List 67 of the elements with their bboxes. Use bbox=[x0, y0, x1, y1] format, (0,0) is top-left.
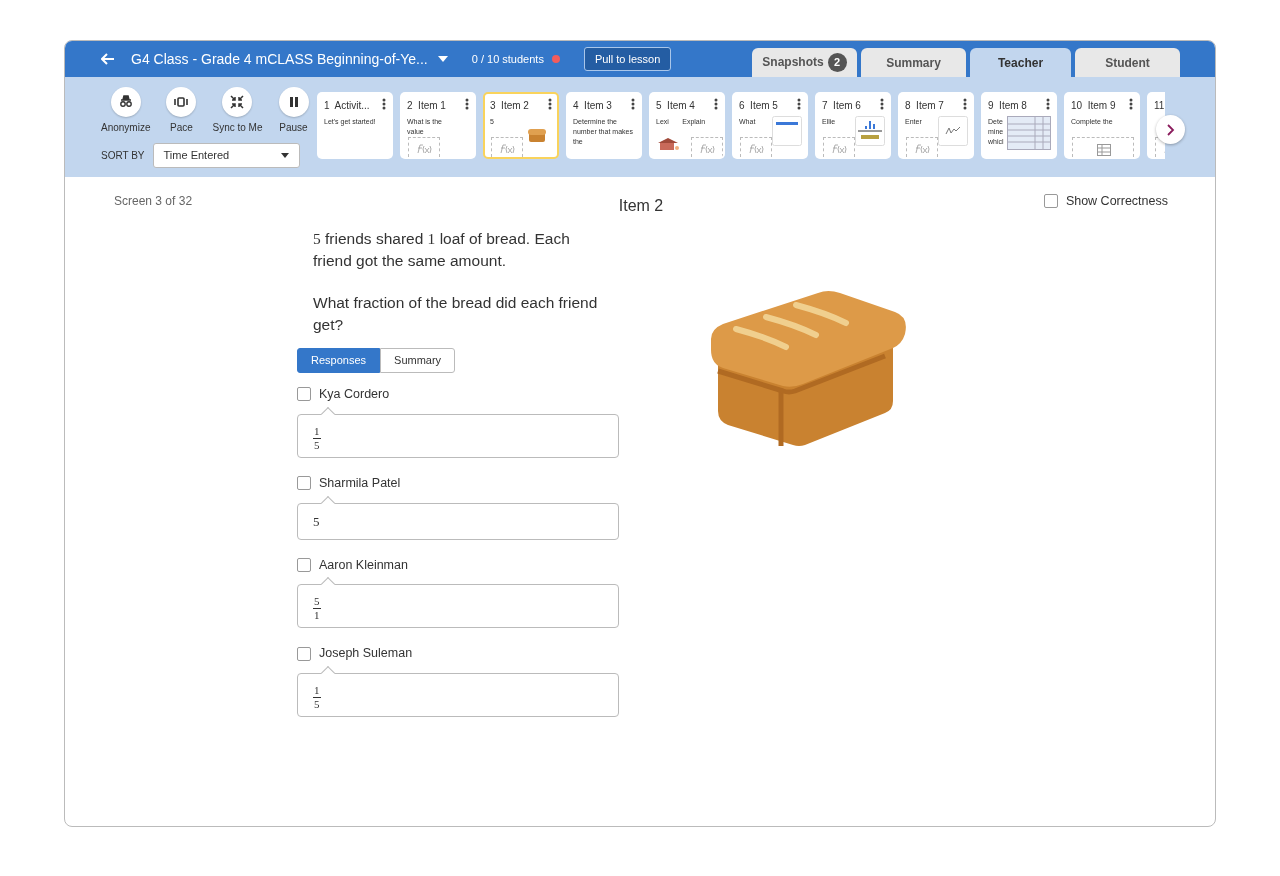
show-correctness-checkbox[interactable]: Show Correctness bbox=[968, 192, 1168, 211]
house-drawing bbox=[657, 136, 679, 151]
toolbar-button[interactable]: Anonymize bbox=[101, 86, 151, 135]
kebab-menu-icon[interactable] bbox=[797, 97, 801, 110]
collapse-arrows-icon bbox=[229, 93, 246, 110]
formula-icon bbox=[747, 143, 765, 154]
kebab-menu-icon[interactable] bbox=[1129, 97, 1133, 110]
formula-icon bbox=[830, 143, 848, 154]
view-tab[interactable]: Teacher bbox=[970, 48, 1071, 77]
kebab-menu-icon[interactable] bbox=[963, 97, 967, 110]
kebab-menu-icon[interactable] bbox=[382, 97, 386, 110]
kebab-menu-icon[interactable] bbox=[880, 97, 884, 110]
kebab-menu-icon[interactable] bbox=[714, 97, 718, 110]
screen-title: 5 Item 4 bbox=[656, 98, 695, 113]
kebab-menu-icon[interactable] bbox=[1046, 97, 1050, 110]
student-checkbox[interactable]: Kya Cordero bbox=[297, 385, 619, 404]
screen-title: 9 Item 8 bbox=[988, 98, 1027, 113]
screen-counter: Screen 3 of 32 bbox=[114, 193, 194, 210]
screen-title: 11 bbox=[1154, 98, 1165, 113]
sort-label: SORT BY bbox=[101, 148, 145, 163]
question-prompt: What fraction of the bread did each friend get? bbox=[313, 293, 599, 335]
dot-plot-thumbnail bbox=[855, 115, 885, 146]
screen-title: 2 Item 1 bbox=[407, 98, 446, 113]
number-answer: 5 bbox=[313, 513, 320, 529]
formula-icon bbox=[498, 143, 516, 154]
bread-icon bbox=[527, 126, 547, 143]
screen-title: 8 Item 7 bbox=[905, 98, 944, 113]
formula-icon bbox=[913, 143, 931, 154]
table-thumbnail bbox=[1007, 115, 1051, 150]
view-tab[interactable]: Summary bbox=[861, 48, 966, 77]
sketch-thumbnail bbox=[938, 115, 968, 146]
kebab-menu-icon[interactable] bbox=[548, 97, 552, 110]
student-count: 0 / 10 students bbox=[471, 51, 544, 67]
caret-icon bbox=[280, 152, 289, 158]
spy-icon bbox=[117, 93, 134, 110]
view-toggle[interactable]: Summary bbox=[380, 348, 456, 373]
screen-title: 4 Item 3 bbox=[573, 98, 612, 113]
screen-title: 7 Item 6 bbox=[822, 98, 861, 113]
question-text: 5 friends shared 1 loaf of bread. Each friend got the same amount. bbox=[313, 229, 571, 271]
toolbar-button[interactable]: Sync to Me bbox=[212, 86, 263, 135]
view-tab[interactable]: Snapshots 2 bbox=[752, 48, 857, 77]
sort-dropdown[interactable]: Time Entered bbox=[152, 142, 300, 168]
fraction-answer: 1 5 bbox=[313, 424, 321, 452]
dropdown-caret-icon[interactable] bbox=[437, 56, 448, 62]
screen-title: 1 Activit... bbox=[324, 98, 370, 113]
kebab-menu-icon[interactable] bbox=[465, 97, 469, 110]
activity-title: G4 Class - Grade 4 mCLASS Beginning-of-Ye... bbox=[131, 49, 428, 69]
number-line-thumbnail bbox=[772, 115, 802, 146]
kebab-menu-icon[interactable] bbox=[631, 97, 635, 110]
screen-title: 6 Item 5 bbox=[739, 98, 778, 113]
count-badge: 2 bbox=[827, 53, 847, 72]
fraction-answer: 1 5 bbox=[313, 684, 321, 711]
screen-title: 10 Item 9 bbox=[1071, 98, 1116, 113]
chevron-right-icon bbox=[1166, 123, 1175, 136]
back-arrow-icon[interactable] bbox=[101, 53, 115, 65]
pull-to-lesson-button[interactable]: Pull to lesson bbox=[583, 46, 672, 72]
student-checkbox[interactable]: Aaron Kleinman bbox=[297, 555, 619, 575]
view-toggle[interactable]: Responses bbox=[297, 348, 381, 373]
table-thumbnail bbox=[1097, 143, 1111, 156]
fraction-answer: 5 1 bbox=[313, 595, 321, 623]
student-checkbox[interactable]: Sharmila Patel bbox=[297, 473, 619, 493]
formula-icon bbox=[698, 143, 716, 154]
view-tab[interactable]: Student bbox=[1075, 48, 1180, 77]
item-title: Item 2 bbox=[617, 196, 665, 216]
formula-icon bbox=[415, 143, 433, 154]
screen-title: 3 Item 2 bbox=[490, 98, 529, 113]
student-checkbox[interactable]: Joseph Suleman bbox=[297, 644, 619, 663]
